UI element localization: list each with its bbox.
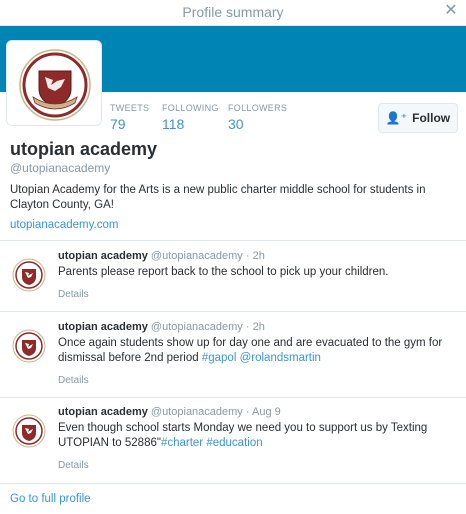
follow-button[interactable]: 👤⁺ Follow [378, 103, 458, 133]
tweet-item[interactable]: utopian academy @utopianacademy · Aug 9 … [0, 398, 466, 482]
close-icon[interactable]: ✕ [442, 2, 460, 20]
window-titlebar: Profile summary ✕ [0, 0, 466, 26]
tweet-author-name[interactable]: utopian academy [58, 406, 148, 418]
tweet-author-name[interactable]: utopian academy [58, 250, 148, 262]
tweet-author-handle: @utopianacademy [150, 250, 243, 262]
tweet-details-link[interactable]: Details [58, 375, 89, 386]
tweet-avatar[interactable] [12, 414, 46, 448]
stat-followers[interactable]: FOLLOWERS 30 [228, 103, 338, 132]
profile-name: utopian academy [10, 139, 158, 159]
stat-followers-label: FOLLOWERS [228, 103, 288, 113]
tweet-author-name[interactable]: utopian academy [58, 321, 148, 333]
tweet-avatar[interactable] [12, 329, 46, 363]
tweet-timestamp[interactable]: · 2h [246, 250, 265, 262]
tweet-details-link[interactable]: Details [58, 460, 89, 471]
tweet-text: Even though school starts Monday we need… [58, 421, 458, 451]
tweet-header: utopian academy @utopianacademy · Aug 9 [58, 406, 281, 418]
hashtag-link[interactable]: #education [206, 437, 262, 449]
window-title: Profile summary [182, 4, 284, 20]
tweet-author-handle: @utopianacademy [150, 406, 243, 418]
tweet-avatar[interactable] [12, 258, 46, 292]
tweet-timestamp[interactable]: · 2h [246, 321, 265, 333]
tweet-details-link[interactable]: Details [58, 289, 89, 300]
full-profile-link[interactable]: Go to full profile [10, 493, 91, 505]
hashtag-link[interactable]: #gapol [202, 352, 237, 364]
profile-handle: @utopianacademy [10, 161, 111, 175]
mention-link[interactable]: @rolandsmartin [240, 352, 321, 364]
divider [0, 240, 466, 241]
profile-avatar[interactable] [6, 40, 102, 126]
tweet-timestamp[interactable]: · Aug 9 [246, 406, 281, 418]
tweet-item[interactable]: utopian academy @utopianacademy · 2h Par… [0, 242, 466, 310]
tweet-item[interactable]: utopian academy @utopianacademy · 2h Onc… [0, 313, 466, 397]
tweet-header: utopian academy @utopianacademy · 2h [58, 250, 265, 262]
tweet-text: Once again students show up for day one … [58, 336, 458, 366]
school-crest-logo [19, 49, 91, 121]
tweet-header: utopian academy @utopianacademy · 2h [58, 321, 265, 333]
tweet-text: Parents please report back to the school… [58, 266, 389, 278]
hashtag-link[interactable]: #charter [161, 437, 203, 449]
divider [0, 311, 466, 312]
divider [0, 483, 466, 484]
profile-bio: Utopian Academy for the Arts is a new pu… [10, 184, 426, 211]
add-user-icon: 👤⁺ [385, 111, 408, 125]
tweet-author-handle: @utopianacademy [150, 321, 243, 333]
stat-followers-value: 30 [228, 116, 244, 132]
follow-button-label: Follow [412, 111, 451, 125]
profile-website-link[interactable]: utopianacademy.com [10, 219, 118, 231]
